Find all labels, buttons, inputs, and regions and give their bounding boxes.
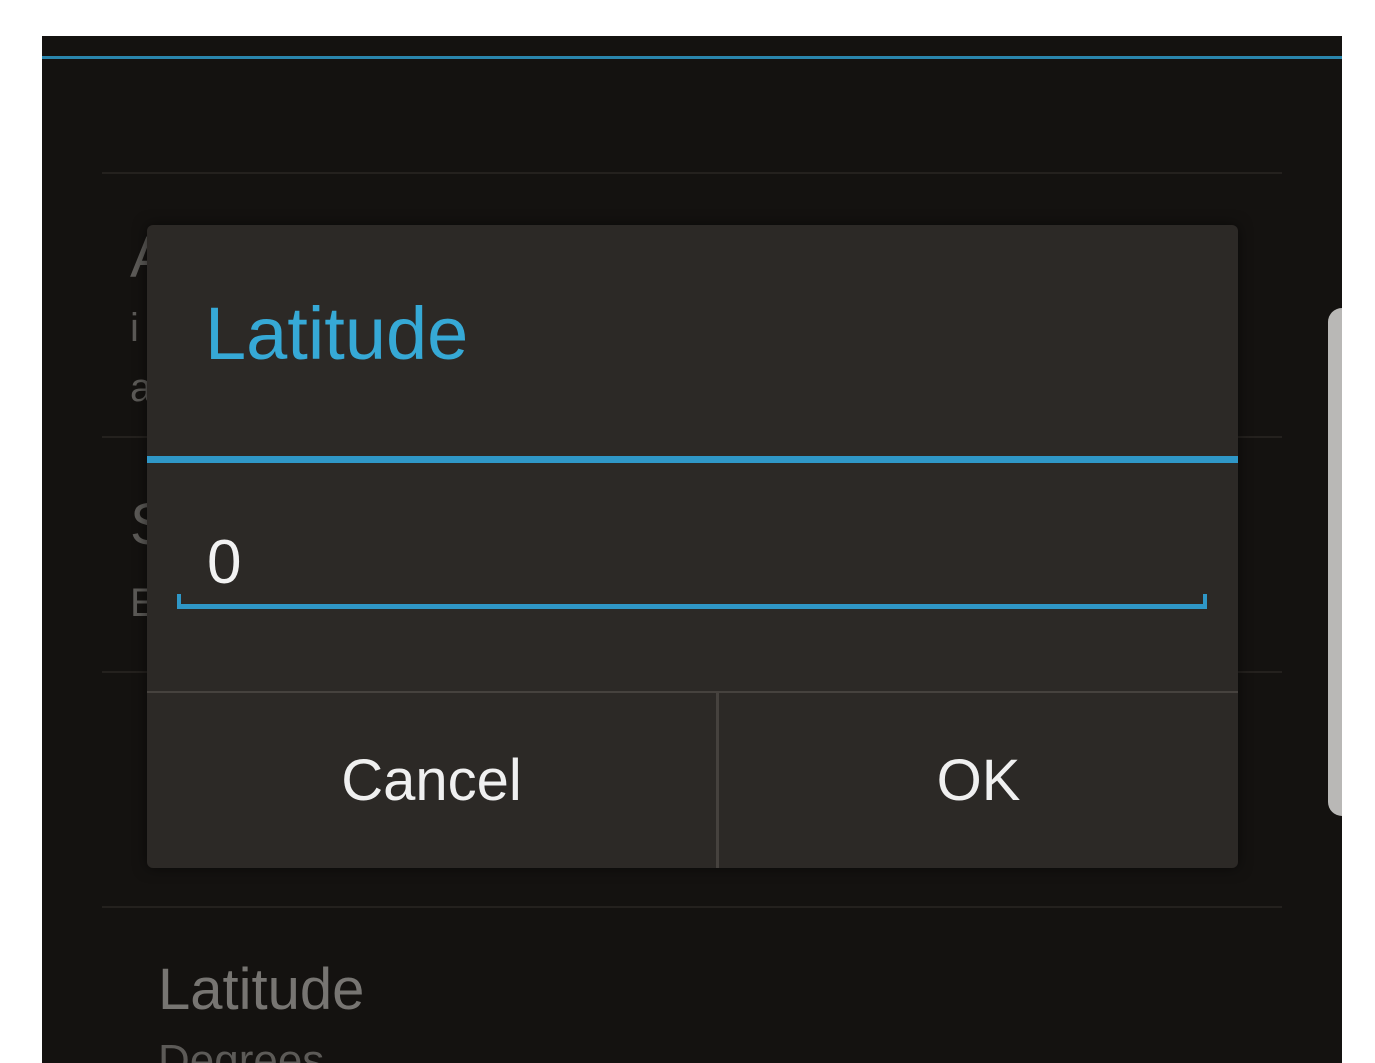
latitude-input[interactable]	[177, 515, 1207, 611]
list-divider	[102, 906, 1282, 908]
background-setting-summary: i	[130, 306, 139, 350]
list-divider	[102, 172, 1282, 174]
latitude-dialog: Latitude Cancel OK	[147, 225, 1238, 868]
scrollbar[interactable]	[1328, 308, 1342, 816]
dialog-title: Latitude	[205, 292, 469, 375]
underline-tick	[1203, 594, 1207, 609]
latitude-setting-summary: Degrees	[158, 1036, 325, 1063]
input-underline	[177, 594, 1207, 609]
latitude-setting-title[interactable]: Latitude	[158, 956, 364, 1023]
cancel-button[interactable]: Cancel	[147, 693, 716, 868]
ok-button[interactable]: OK	[719, 693, 1238, 868]
dialog-title-divider	[147, 456, 1238, 463]
underline-tick	[177, 594, 181, 609]
action-bar-accent-line	[42, 56, 1342, 59]
